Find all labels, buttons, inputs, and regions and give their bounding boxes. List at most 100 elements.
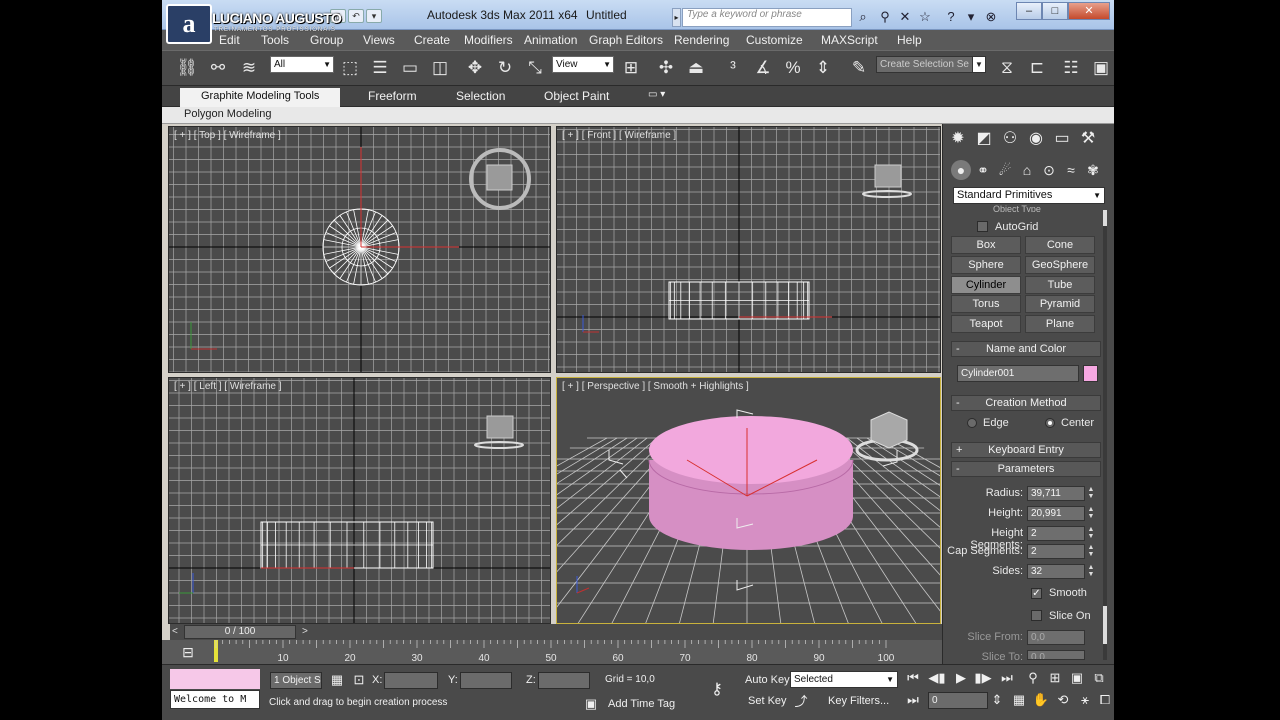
quick-access-dropdown-icon[interactable]: ▾ — [366, 9, 382, 23]
menu-group[interactable]: Group — [310, 33, 343, 47]
binoculars-icon[interactable]: ⌕ — [854, 9, 872, 25]
align-icon[interactable]: ⊏ — [1026, 57, 1048, 79]
viewport-left[interactable]: [ + ] [ Left ] [ Wireframe ] — [168, 377, 551, 624]
key-mode-select[interactable]: Selected ▼ — [790, 671, 898, 688]
pan-icon[interactable]: ✋ — [1032, 691, 1050, 709]
polygon-modeling-panel[interactable]: Polygon Modeling — [184, 108, 271, 120]
x-coord-input[interactable] — [384, 672, 438, 689]
viewcube[interactable] — [486, 415, 514, 439]
zoom-icon[interactable]: ⚲ — [1024, 669, 1042, 687]
play-icon[interactable]: ▶ — [952, 669, 970, 687]
time-slider[interactable]: < 0 / 100 > — [170, 624, 942, 640]
key-filters-button[interactable]: Key Filters... — [828, 695, 889, 707]
height-input[interactable]: 20,991 — [1027, 506, 1085, 521]
slice-from-input[interactable]: 0,0 — [1027, 630, 1085, 645]
rotate-icon[interactable]: ↻ — [494, 57, 516, 79]
select-by-name-icon[interactable]: ☰ — [369, 57, 391, 79]
parameters-rollout[interactable]: - Parameters — [951, 461, 1101, 477]
radius-input[interactable]: 39,711 — [1027, 486, 1085, 501]
shapes-icon[interactable]: ⚭ — [973, 160, 993, 180]
maximize-button[interactable]: □ — [1042, 2, 1068, 20]
menu-rendering[interactable]: Rendering — [674, 33, 729, 47]
select-and-link-icon[interactable]: ⛓ — [176, 57, 198, 79]
reference-coordinate-select[interactable]: View ▼ — [552, 56, 614, 73]
time-next-icon[interactable]: > — [302, 626, 308, 637]
menu-tools[interactable]: Tools — [261, 33, 289, 47]
panel-scroll-thumb-lower[interactable] — [1103, 606, 1107, 644]
close-doc-icon[interactable]: ⊗ — [982, 9, 1000, 25]
go-to-start-icon[interactable]: ⏮ — [904, 669, 922, 687]
time-configuration-icon[interactable]: ⇕ — [988, 691, 1006, 709]
tab-freeform[interactable]: Freeform — [368, 89, 417, 103]
viewcube[interactable] — [874, 164, 902, 188]
viewcube[interactable] — [870, 411, 908, 449]
angle-snap-icon[interactable]: ∡ — [752, 57, 774, 79]
viewport-front[interactable]: [ + ] [ Front ] [ Wireframe ] — [556, 126, 941, 373]
selection-lock-icon[interactable]: ▦ — [328, 671, 346, 689]
cap-segments-spinner[interactable]: ▲ ▼ — [1087, 544, 1095, 559]
create-tab-icon[interactable]: ✹ — [947, 128, 969, 150]
z-coord-input[interactable] — [538, 672, 590, 689]
plane-button[interactable]: Plane — [1025, 315, 1095, 333]
time-tag-icon[interactable]: ▣ — [582, 695, 600, 713]
menu-animation[interactable]: Animation — [524, 33, 577, 47]
object-name-input[interactable]: Cylinder001 — [957, 365, 1079, 382]
search-input[interactable]: Type a keyword or phrase — [682, 8, 852, 27]
zoom-extents-all-icon[interactable]: ⧉ — [1090, 669, 1108, 687]
display-tab-icon[interactable]: ▭ — [1051, 128, 1073, 150]
menu-graph-editors[interactable]: Graph Editors — [589, 33, 663, 47]
go-to-end-icon[interactable]: ⏭ — [998, 669, 1016, 687]
center-radio[interactable] — [1045, 418, 1055, 428]
torus-button[interactable]: Torus — [951, 295, 1021, 313]
search-expand-icon[interactable]: ▸ — [672, 8, 681, 27]
modify-tab-icon[interactable]: ◩ — [973, 128, 995, 150]
set-key-button[interactable]: Set Key — [748, 695, 787, 707]
creation-method-rollout[interactable]: - Creation Method — [951, 395, 1101, 411]
cylinder-button[interactable]: Cylinder — [951, 276, 1021, 294]
panel-scrollbar[interactable] — [1103, 210, 1107, 660]
primitive-type-select[interactable]: Standard Primitives ▼ — [953, 187, 1105, 204]
slice-to-input[interactable]: 0,0 — [1027, 650, 1085, 660]
sphere-button[interactable]: Sphere — [951, 256, 1021, 274]
cameras-icon[interactable]: ⌂ — [1017, 160, 1037, 180]
tab-graphite-modeling-tools[interactable]: Graphite Modeling Tools — [180, 88, 341, 107]
helpers-icon[interactable]: ⊙ — [1039, 160, 1059, 180]
menu-modifiers[interactable]: Modifiers — [464, 33, 513, 47]
undo-icon[interactable]: ↶ — [348, 9, 364, 23]
menu-create[interactable]: Create — [414, 33, 450, 47]
scale-icon[interactable]: ⤡ — [524, 57, 546, 79]
window-crossing-icon[interactable]: ◫ — [429, 57, 451, 79]
viewport-label[interactable]: [ + ] [ Left ] [ Wireframe ] — [174, 381, 282, 392]
walkthrough-icon[interactable]: ⚹ — [1076, 691, 1094, 709]
menu-edit[interactable]: Edit — [219, 33, 240, 47]
tube-button[interactable]: Tube — [1025, 276, 1095, 294]
cap-segments-input[interactable]: 2 — [1027, 544, 1085, 559]
help-icon[interactable]: ? — [942, 9, 960, 25]
communication-center-icon[interactable]: ✕ — [896, 9, 914, 25]
systems-icon[interactable]: ✾ — [1083, 160, 1103, 180]
key-mode-toggle-icon[interactable]: ⏭ — [904, 691, 922, 709]
select-object-icon[interactable]: ⬚ — [339, 57, 361, 79]
snaps-toggle-icon[interactable]: ³ — [722, 57, 744, 79]
edge-radio[interactable] — [967, 418, 977, 428]
box-button[interactable]: Box — [951, 236, 1021, 254]
selection-filter-select[interactable]: All ▼ — [270, 56, 334, 73]
maxscript-output[interactable]: Welcome to M — [170, 690, 260, 709]
search-icon[interactable]: ⚲ — [876, 9, 894, 25]
mirror-icon[interactable]: ⧖ — [996, 57, 1018, 79]
cone-button[interactable]: Cone — [1025, 236, 1095, 254]
close-button[interactable]: ✕ — [1068, 2, 1110, 20]
orbit-icon[interactable]: ⟲ — [1054, 691, 1072, 709]
zoom-extents-icon[interactable]: ▣ — [1068, 669, 1086, 687]
hierarchy-tab-icon[interactable]: ⚇ — [999, 128, 1021, 150]
set-key-mode-icon[interactable]: ⚷ — [708, 681, 726, 699]
geometry-icon[interactable]: ● — [951, 160, 971, 180]
transform-mode-icon[interactable]: ⊡ — [350, 671, 368, 689]
pivot-center-icon[interactable]: ⊞ — [620, 57, 642, 79]
viewport-label[interactable]: [ + ] [ Front ] [ Wireframe ] — [562, 130, 676, 141]
y-coord-input[interactable] — [460, 672, 512, 689]
rectangular-selection-icon[interactable]: ▭ — [399, 57, 421, 79]
zoom-all-icon[interactable]: ⊞ — [1046, 669, 1064, 687]
add-time-tag[interactable]: Add Time Tag — [608, 698, 675, 710]
tab-selection[interactable]: Selection — [456, 89, 505, 103]
